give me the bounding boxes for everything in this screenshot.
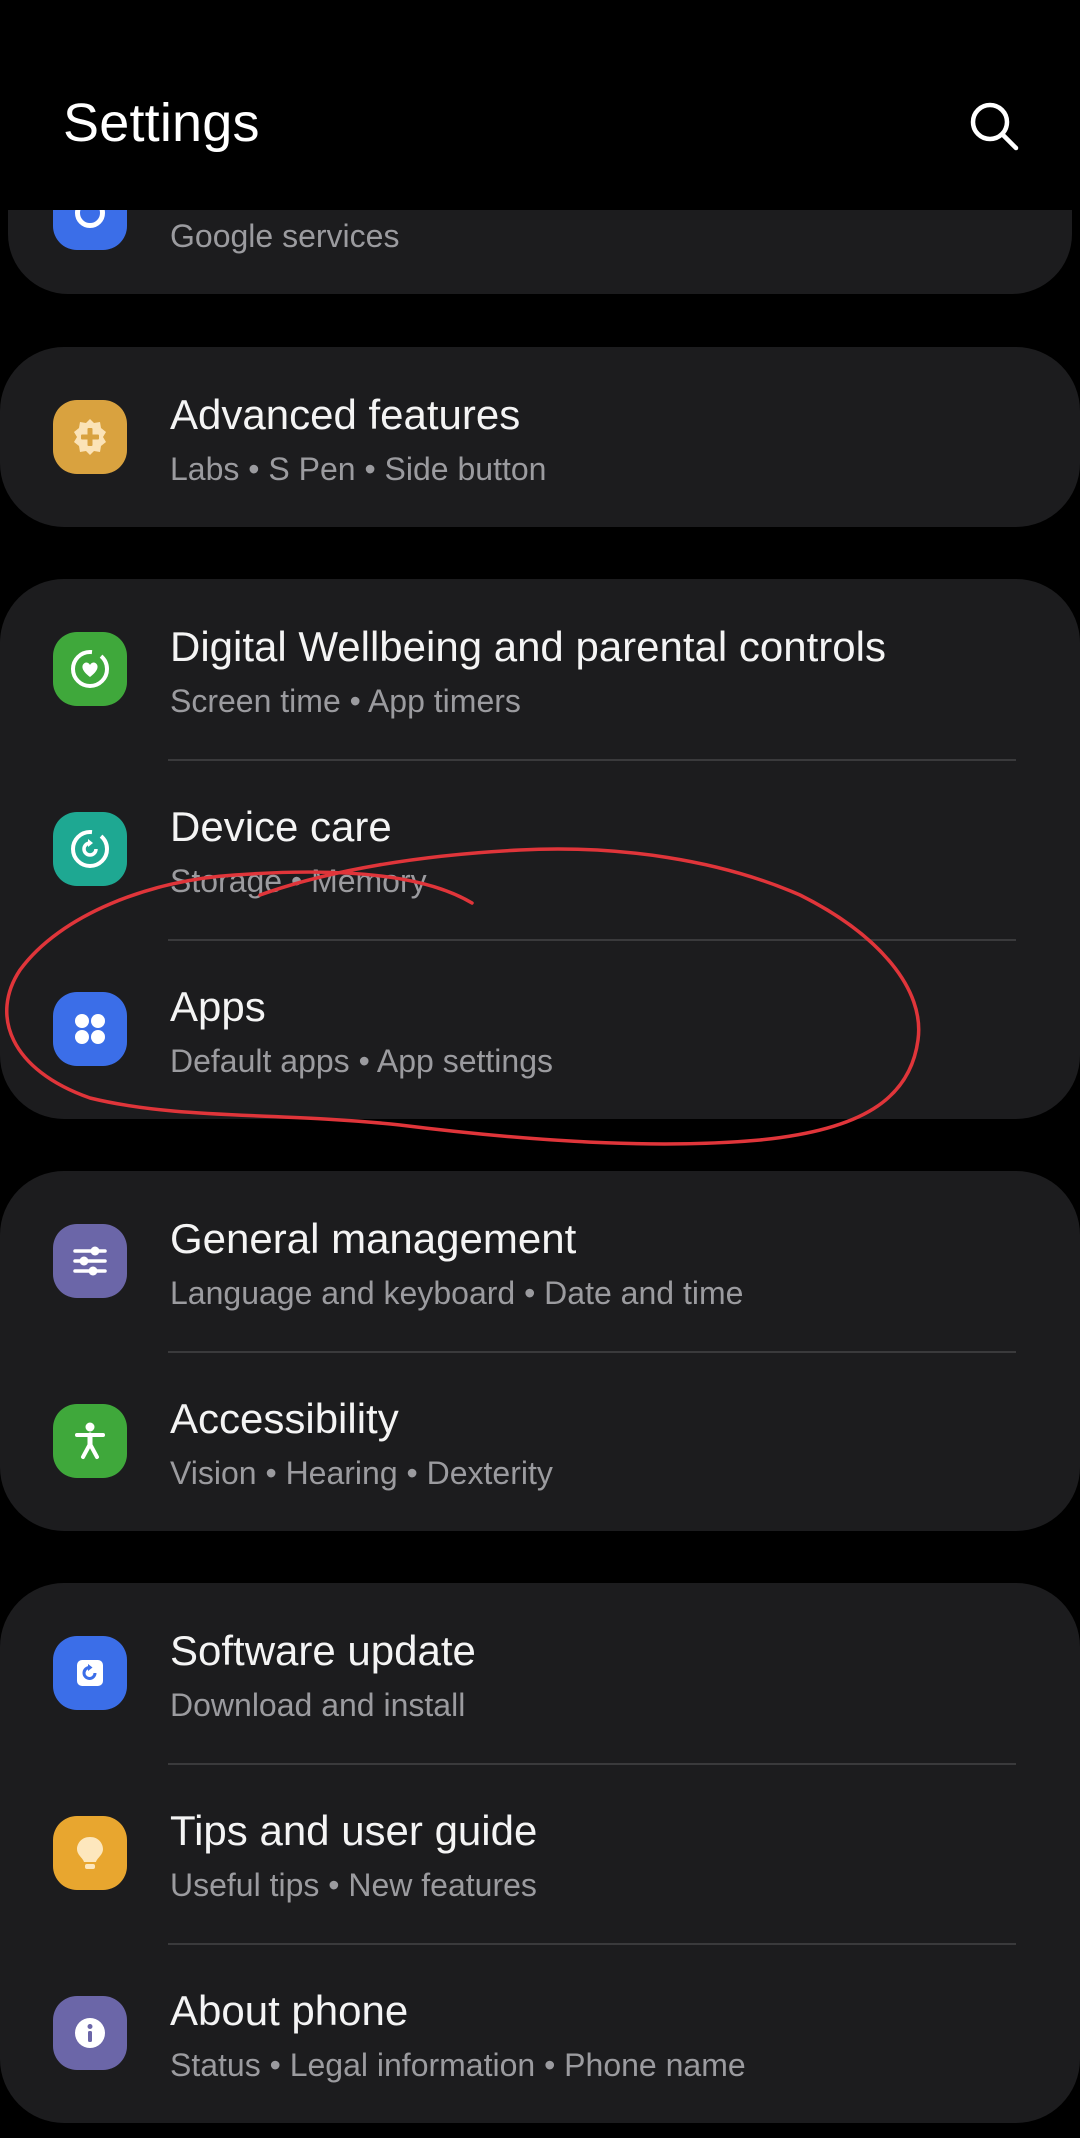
person-icon [53, 1404, 127, 1478]
advanced-features-subtitle: Labs • S Pen • Side button [170, 451, 547, 487]
apps-item[interactable]: Apps Default apps • App settings [0, 939, 1080, 1119]
divider [168, 939, 1016, 941]
device-care-item[interactable]: Device care Storage • Memory [0, 759, 1080, 939]
page-title: Settings [63, 93, 260, 153]
software-update-title: Software update [170, 1627, 476, 1674]
about-phone-item[interactable]: About phone Status • Legal information •… [0, 1943, 1080, 2123]
heart-circle-icon [53, 632, 127, 706]
dots-grid-icon [53, 992, 127, 1066]
software-update-subtitle: Download and install [170, 1687, 466, 1723]
apps-title: Apps [170, 983, 266, 1030]
advanced-features-title: Advanced features [170, 391, 521, 438]
device-care-title: Device care [170, 803, 392, 850]
lightbulb-icon [53, 1816, 127, 1890]
divider [168, 1943, 1016, 1945]
accessibility-title: Accessibility [170, 1395, 399, 1442]
divider [168, 1351, 1016, 1353]
general-management-item[interactable]: General management Language and keyboard… [0, 1171, 1080, 1351]
wellbeing-card: Digital Wellbeing and parental controls … [0, 579, 1080, 1119]
refresh-circle-icon [53, 812, 127, 886]
tips-subtitle: Useful tips • New features [170, 1867, 537, 1903]
digital-wellbeing-subtitle: Screen time • App timers [170, 683, 521, 719]
accessibility-item[interactable]: Accessibility Vision • Hearing • Dexteri… [0, 1351, 1080, 1531]
about-phone-title: About phone [170, 1987, 409, 2034]
device-care-subtitle: Storage • Memory [170, 863, 427, 899]
digital-wellbeing-title: Digital Wellbeing and parental controls [170, 623, 886, 670]
accessibility-subtitle: Vision • Hearing • Dexterity [170, 1455, 553, 1491]
google-icon [53, 210, 127, 250]
sliders-icon [53, 1224, 127, 1298]
apps-subtitle: Default apps • App settings [170, 1043, 553, 1079]
search-icon [970, 102, 1019, 151]
app-header: Settings [0, 0, 1080, 210]
support-card: Software update Download and install Tip… [0, 1583, 1080, 2123]
search-button[interactable] [965, 97, 1025, 157]
general-management-title: General management [170, 1215, 577, 1262]
software-update-item[interactable]: Software update Download and install [0, 1583, 1080, 1763]
advanced-card: Advanced features Labs • S Pen • Side bu… [0, 347, 1080, 527]
update-icon [53, 1636, 127, 1710]
info-icon [53, 1996, 127, 2070]
tips-item[interactable]: Tips and user guide Useful tips • New fe… [0, 1763, 1080, 1943]
google-item-subtitle: Google services [170, 218, 400, 254]
general-management-subtitle: Language and keyboard • Date and time [170, 1275, 744, 1311]
about-phone-subtitle: Status • Legal information • Phone name [170, 2047, 746, 2083]
google-item[interactable]: Google services [8, 210, 1072, 294]
general-card: General management Language and keyboard… [0, 1171, 1080, 1531]
advanced-features-item[interactable]: Advanced features Labs • S Pen • Side bu… [0, 347, 1080, 527]
divider [168, 759, 1016, 761]
digital-wellbeing-item[interactable]: Digital Wellbeing and parental controls … [0, 579, 1080, 759]
gear-plus-icon [53, 400, 127, 474]
tips-title: Tips and user guide [170, 1807, 538, 1854]
divider [168, 1763, 1016, 1765]
